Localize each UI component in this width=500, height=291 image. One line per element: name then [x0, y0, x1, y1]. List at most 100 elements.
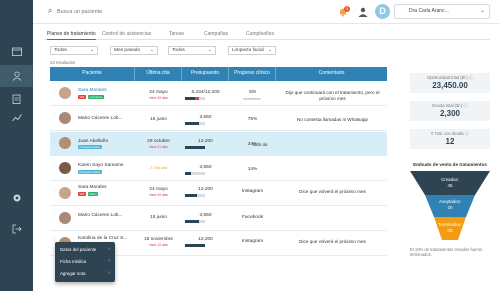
table-row[interactable]: ⋮ Mario Cáceres Lob... 15 junio 3,650 Fa… [50, 207, 387, 231]
budget-bar [185, 122, 205, 125]
budget-bar [185, 194, 205, 197]
col-progreso[interactable]: Progreso clínico [229, 67, 276, 81]
patient-name[interactable]: Mario Cáceres Lob... [78, 213, 123, 218]
drag-handle-icon[interactable]: ⋮ [52, 162, 57, 168]
funnel-label-created: Creados: 45 [441, 177, 459, 188]
tab-asistencias[interactable]: Control de asistencias [102, 30, 151, 40]
chart-icon [11, 113, 22, 121]
col-paciente[interactable]: Paciente [50, 67, 135, 81]
sidebar [0, 0, 33, 291]
drag-handle-icon[interactable]: ⋮ [52, 212, 57, 218]
notification-badge: 3 [344, 6, 350, 12]
lead-source: Facebook [241, 215, 264, 220]
col-comentario[interactable]: Comentario [276, 67, 387, 81]
row-context-menu: Datos del paciente › Ficha médica › Agrega… [55, 242, 115, 282]
col-ultima-cita[interactable]: Última cita [135, 67, 182, 81]
budget-amount: 3,650 [199, 115, 212, 120]
chevron-right-icon: › [108, 246, 110, 252]
filter-type[interactable]: Todos ⌄ [168, 46, 216, 55]
calendar-icon [11, 47, 22, 56]
filter-treatment-value: Limpieza facial [232, 48, 264, 53]
menu-item-add-note[interactable]: Agregar nota › [55, 268, 115, 279]
patient-avatar [59, 212, 71, 224]
tab-planes[interactable]: Planes de tratamiento [47, 30, 96, 40]
filter-treatment[interactable]: Limpieza facial ⌄ [228, 46, 276, 55]
sidebar-item-logout[interactable] [0, 218, 33, 240]
row-comment: Dijo que continuará con el tratamiento, … [285, 90, 380, 101]
patient-name[interactable]: Juan Abellaño [78, 139, 108, 144]
sidebar-item-reports[interactable] [0, 106, 33, 128]
search-icon: ⌕ [48, 6, 53, 15]
patient-name[interactable]: Mario Cáceres Lob... [78, 116, 123, 121]
budget-amount: 3,650 [199, 213, 212, 218]
filter-type-value: Todos [172, 48, 185, 53]
last-visit-ago: Hace 45 días [149, 193, 168, 197]
search-input[interactable] [57, 6, 177, 17]
user-selector[interactable]: Dra Carla Aranc... ⌄ [394, 4, 490, 19]
drag-handle-icon[interactable]: ⋮ [52, 137, 57, 143]
avatar[interactable]: D [375, 4, 390, 19]
budget-bar [185, 97, 205, 100]
last-visit-date: 24 mayo [149, 90, 168, 95]
chevron-down-icon: ⌄ [89, 47, 94, 53]
status-badge: VIP [78, 192, 86, 196]
table-row[interactable]: ⋮ Sara Morales VIP Completo 24 mayo Hace… [50, 82, 387, 106]
sidebar-item-calendar[interactable] [0, 40, 33, 62]
patient-name[interactable]: Sara Morales [78, 88, 107, 93]
patient-name[interactable]: Karen Sayo Samame [78, 163, 124, 168]
filter-period-value: Mes pasado [114, 48, 141, 53]
sidebar-item-settings[interactable] [0, 187, 33, 209]
clinical-progress: 5/9 [249, 90, 256, 95]
patient-avatar [59, 87, 71, 99]
settings-icon [13, 194, 20, 202]
patient-avatar [59, 112, 71, 124]
patient-avatar [59, 187, 71, 199]
chevron-down-icon: ⌄ [479, 8, 485, 14]
row-comment: Dice que volverá el próximo mes [299, 189, 366, 194]
funnel-note: El 10% de tratamientos creados fueron te… [410, 247, 483, 257]
clipboard-icon [12, 94, 21, 104]
stat-opportunity: Oportunidad total ($/.) ⓘ 23,450.00 [410, 73, 490, 93]
tab-campanas[interactable]: Campañas [204, 30, 228, 40]
budget-bar [185, 244, 205, 247]
menu-item-patient-data[interactable]: Datos del paciente › [55, 244, 115, 255]
funnel-label-finished: Terminados: 08 [438, 222, 462, 233]
table-row[interactable]: ⋮ Karen Sayo Samame Progreso activo ⚠ Si… [50, 157, 387, 181]
patient-name[interactable]: Sara Morales [78, 185, 107, 190]
budget-bar [185, 220, 205, 223]
budget-amount: 12,200 [198, 187, 213, 192]
patient-name[interactable]: Karolina de la Cruz S... [78, 236, 127, 241]
lead-source: Instagram [241, 239, 264, 244]
table-row[interactable]: ⋮ Juan Abellaño Progreso activo 29 octub… [50, 132, 387, 156]
table-row[interactable]: ⋮ Sara Morales VIP Mixto 24 mayo Hace 45… [50, 182, 387, 206]
table-row[interactable]: ⋮ Mario Cáceres Lob... 15 junio 3,650 75… [50, 107, 387, 131]
last-visit-date-text: Sin cita [154, 165, 168, 170]
drag-handle-icon[interactable]: ⋮ [52, 87, 57, 93]
results-count: 23 resultados [50, 60, 76, 65]
sidebar-item-patients[interactable] [0, 65, 33, 87]
filter-status[interactable]: Todos ⌄ [50, 46, 98, 55]
drag-handle-icon[interactable]: ⋮ [52, 187, 57, 193]
last-visit-ago: Hace 45 días [149, 96, 168, 100]
status-badge: Progreso activo [78, 170, 102, 174]
col-presupuesto[interactable]: Presupuesto [182, 67, 229, 81]
drag-handle-icon[interactable]: ⋮ [52, 112, 57, 118]
tab-cumpleanos[interactable]: Cumpleaños [246, 30, 274, 40]
stat-value: 12 [445, 137, 455, 146]
menu-item-medical-record[interactable]: Ficha médica › [55, 256, 115, 267]
stat-value: 23,450.00 [432, 81, 468, 90]
tab-tareas[interactable]: Tareas [169, 30, 184, 40]
last-visit-ago: Hace 41 días [149, 145, 168, 149]
row-comment: todo ok [252, 142, 268, 147]
chevron-down-icon: ⌄ [149, 47, 154, 53]
last-visit-date: 15 junio [150, 215, 167, 220]
status-badge: VIP [78, 95, 86, 99]
last-visit-date: 15 junio [150, 117, 167, 122]
filter-period[interactable]: Mes pasado ⌄ [110, 46, 158, 55]
chevron-right-icon: › [108, 270, 110, 276]
table-header: Paciente Última cita Presupuesto Progres… [50, 67, 387, 81]
status-badge: Completo [88, 95, 104, 99]
stat-debt-count: # Trat. con deuda ⓘ 12 [410, 129, 490, 149]
menu-item-label: Agregar nota [60, 271, 86, 276]
user-icon[interactable] [358, 7, 368, 17]
